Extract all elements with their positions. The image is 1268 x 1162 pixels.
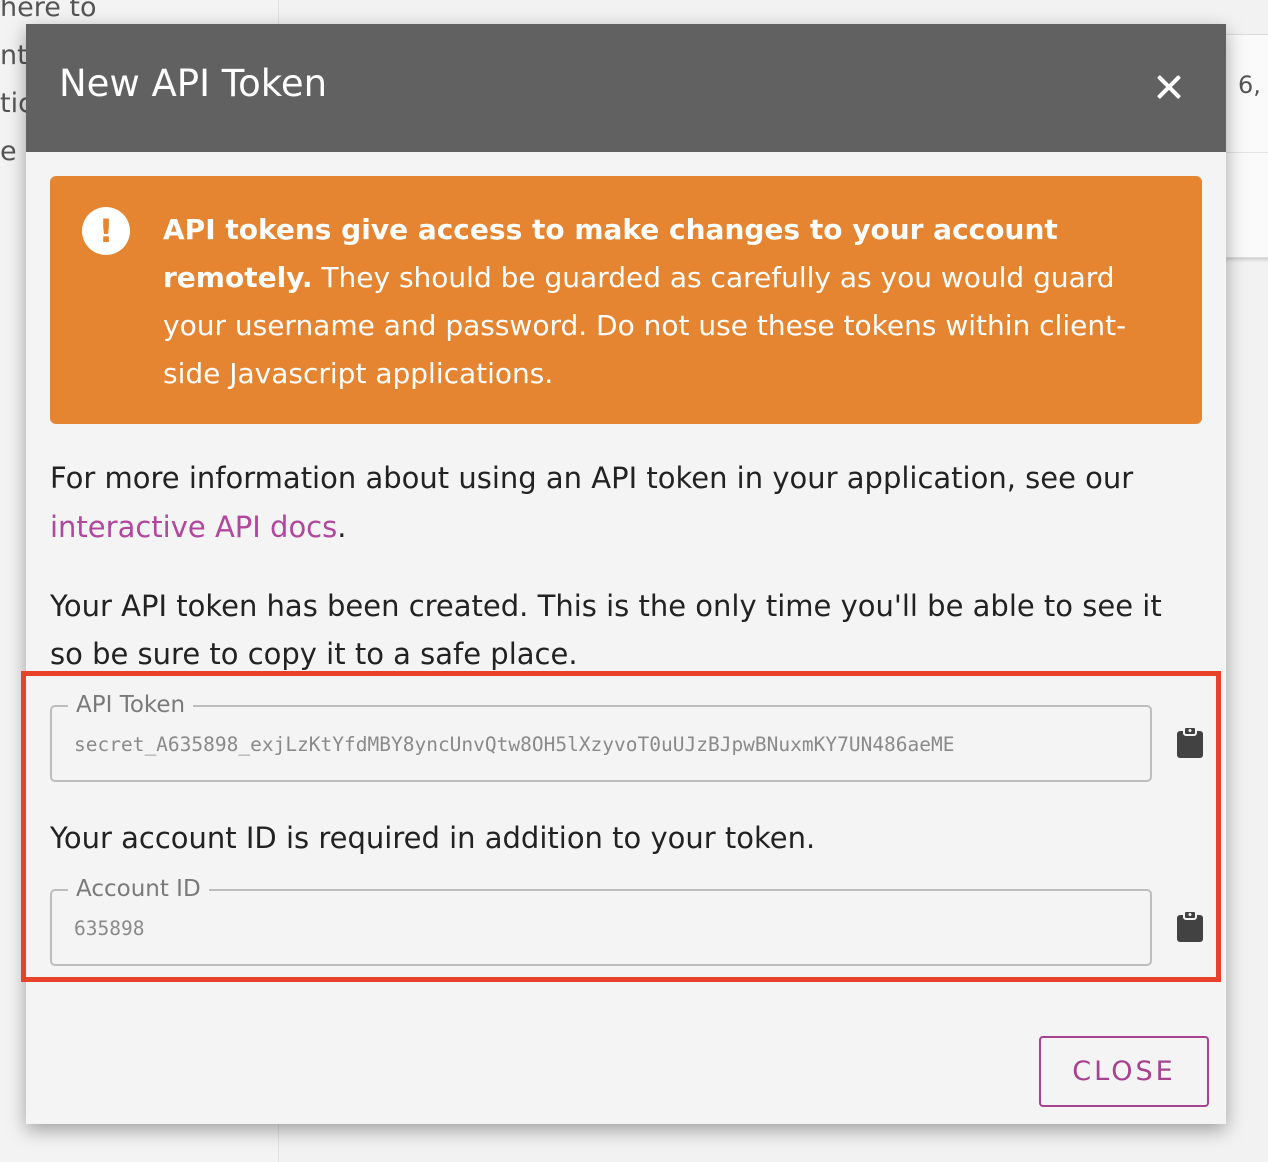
account-id-note: Your account ID is required in addition …	[50, 821, 816, 855]
account-id-value[interactable]: 635898	[74, 917, 144, 940]
background-text: here to	[0, 0, 97, 23]
token-created-message: Your API token has been created. This is…	[50, 589, 1162, 671]
background-text: 6,	[1238, 71, 1261, 99]
close-icon[interactable]	[1152, 70, 1186, 104]
api-docs-link[interactable]: interactive API docs	[50, 510, 337, 544]
info-paragraph: For more information about using an API …	[50, 454, 1200, 552]
info-text: For more information about using an API …	[50, 461, 1134, 495]
clipboard-icon[interactable]	[1177, 910, 1203, 942]
warning-banner: ! API tokens give access to make changes…	[50, 176, 1202, 424]
dialog-header: New API Token	[26, 24, 1226, 152]
background-text: nt	[0, 40, 28, 71]
api-token-value[interactable]: secret_A635898_exjLzKtYfdMBY8yncUnvQtw8O…	[74, 733, 955, 756]
info-suffix: .	[337, 510, 347, 544]
exclamation-icon: !	[82, 207, 130, 255]
dialog-title: New API Token	[59, 62, 328, 105]
warning-text: API tokens give access to make changes t…	[163, 206, 1183, 398]
new-api-token-dialog: New API Token ! API tokens give access t…	[21, 24, 1226, 1124]
api-token-field[interactable]: API Token secret_A635898_exjLzKtYfdMBY8y…	[50, 691, 1152, 782]
close-button[interactable]: CLOSE	[1039, 1036, 1209, 1107]
clipboard-icon[interactable]	[1177, 726, 1203, 758]
api-token-label: API Token	[68, 691, 194, 719]
account-id-field[interactable]: Account ID 635898	[50, 875, 1152, 966]
account-id-label: Account ID	[68, 875, 209, 903]
